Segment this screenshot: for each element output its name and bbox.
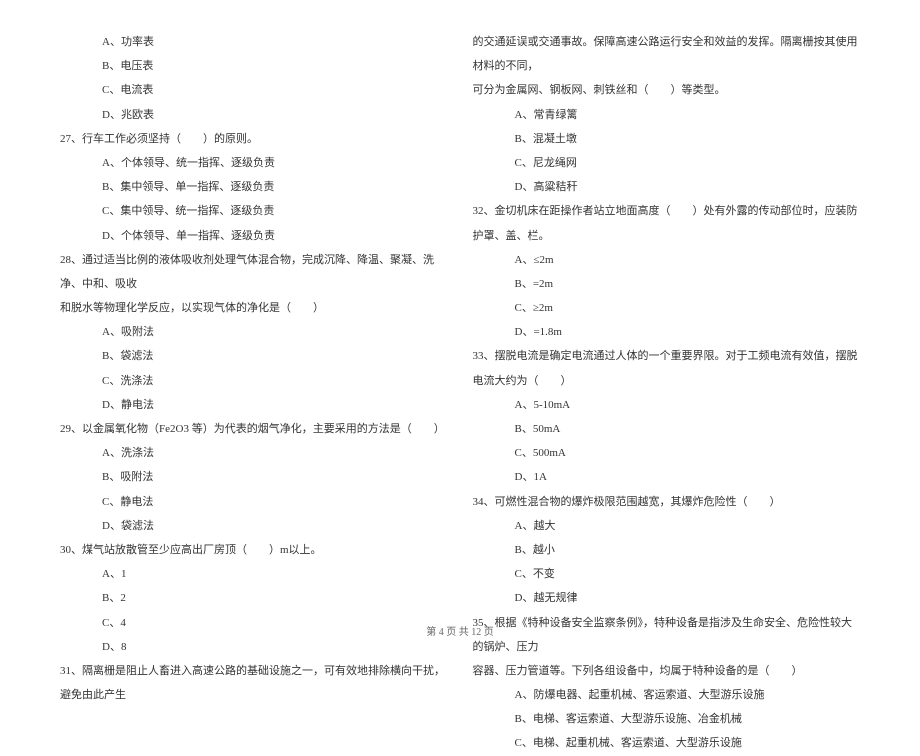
q28-option-b: B、袋滤法 [60, 344, 448, 368]
q30-option-b: B、2 [60, 586, 448, 610]
q32-option-b: B、=2m [473, 272, 861, 296]
q28-text-line2: 和脱水等物理化学反应，以实现气体的净化是（ ） [60, 296, 448, 320]
q27-option-a: A、个体领导、统一指挥、逐级负责 [60, 151, 448, 175]
q27-option-d: D、个体领导、单一指挥、逐级负责 [60, 224, 448, 248]
two-column-layout: A、功率表 B、电压表 C、电流表 D、兆欧表 27、行车工作必须坚持（ ）的原… [60, 30, 860, 610]
q28-option-c: C、洗涤法 [60, 369, 448, 393]
q27-option-c: C、集中领导、统一指挥、逐级负责 [60, 199, 448, 223]
q32-option-d: D、=1.8m [473, 320, 861, 344]
q34-option-a: A、越大 [473, 514, 861, 538]
q26-option-d: D、兆欧表 [60, 103, 448, 127]
q31-option-d: D、高粱秸秆 [473, 175, 861, 199]
q33-option-d: D、1A [473, 465, 861, 489]
q31-option-c: C、尼龙绳网 [473, 151, 861, 175]
q29-option-d: D、袋滤法 [60, 514, 448, 538]
q35-option-b: B、电梯、客运索道、大型游乐设施、冶金机械 [473, 707, 861, 731]
q33-text: 33、摆脱电流是确定电流通过人体的一个重要界限。对于工频电流有效值，摆脱电流大约… [473, 344, 861, 392]
q28-option-a: A、吸附法 [60, 320, 448, 344]
q31-cont1: 的交通延误或交通事故。保障高速公路运行安全和效益的发挥。隔离栅按其使用材料的不同… [473, 30, 861, 78]
q26-option-a: A、功率表 [60, 30, 448, 54]
q30-option-a: A、1 [60, 562, 448, 586]
q31-option-b: B、混凝土墩 [473, 127, 861, 151]
q32-text: 32、金切机床在距操作者站立地面高度（ ）处有外露的传动部位时，应装防护罩、盖、… [473, 199, 861, 247]
page-footer: 第 4 页 共 12 页 [0, 623, 920, 638]
q29-option-a: A、洗涤法 [60, 441, 448, 465]
q34-option-c: C、不变 [473, 562, 861, 586]
q28-option-d: D、静电法 [60, 393, 448, 417]
q27-option-b: B、集中领导、单一指挥、逐级负责 [60, 175, 448, 199]
right-column: 的交通延误或交通事故。保障高速公路运行安全和效益的发挥。隔离栅按其使用材料的不同… [473, 30, 861, 610]
q30-text: 30、煤气站放散管至少应高出厂房顶（ ）m以上。 [60, 538, 448, 562]
q34-option-d: D、越无规律 [473, 586, 861, 610]
q29-text: 29、以金属氧化物（Fe2O3 等）为代表的烟气净化，主要采用的方法是（ ） [60, 417, 448, 441]
left-column: A、功率表 B、电压表 C、电流表 D、兆欧表 27、行车工作必须坚持（ ）的原… [60, 30, 448, 610]
q33-option-a: A、5-10mA [473, 393, 861, 417]
q32-option-a: A、≤2m [473, 248, 861, 272]
q31-cont2: 可分为金属网、钢板网、刺铁丝和（ ）等类型。 [473, 78, 861, 102]
q30-option-d: D、8 [60, 635, 448, 659]
q32-option-c: C、≥2m [473, 296, 861, 320]
q31-option-a: A、常青绿篱 [473, 103, 861, 127]
q26-option-b: B、电压表 [60, 54, 448, 78]
q26-option-c: C、电流表 [60, 78, 448, 102]
q34-text: 34、可燃性混合物的爆炸极限范围越宽，其爆炸危险性（ ） [473, 490, 861, 514]
q34-option-b: B、越小 [473, 538, 861, 562]
q27-text: 27、行车工作必须坚持（ ）的原则。 [60, 127, 448, 151]
q28-text-line1: 28、通过适当比例的液体吸收剂处理气体混合物，完成沉降、降温、聚凝、洗净、中和、… [60, 248, 448, 296]
q31-text: 31、隔离栅是阻止人畜进入高速公路的基础设施之一，可有效地排除横向干扰，避免由此… [60, 659, 448, 707]
q35-text-line2: 容器、压力管道等。下列各组设备中，均属于特种设备的是（ ） [473, 659, 861, 683]
q35-option-c: C、电梯、起重机械、客运索道、大型游乐设施 [473, 731, 861, 755]
q29-option-b: B、吸附法 [60, 465, 448, 489]
q33-option-c: C、500mA [473, 441, 861, 465]
q35-option-a: A、防爆电器、起重机械、客运索道、大型游乐设施 [473, 683, 861, 707]
q33-option-b: B、50mA [473, 417, 861, 441]
q29-option-c: C、静电法 [60, 490, 448, 514]
